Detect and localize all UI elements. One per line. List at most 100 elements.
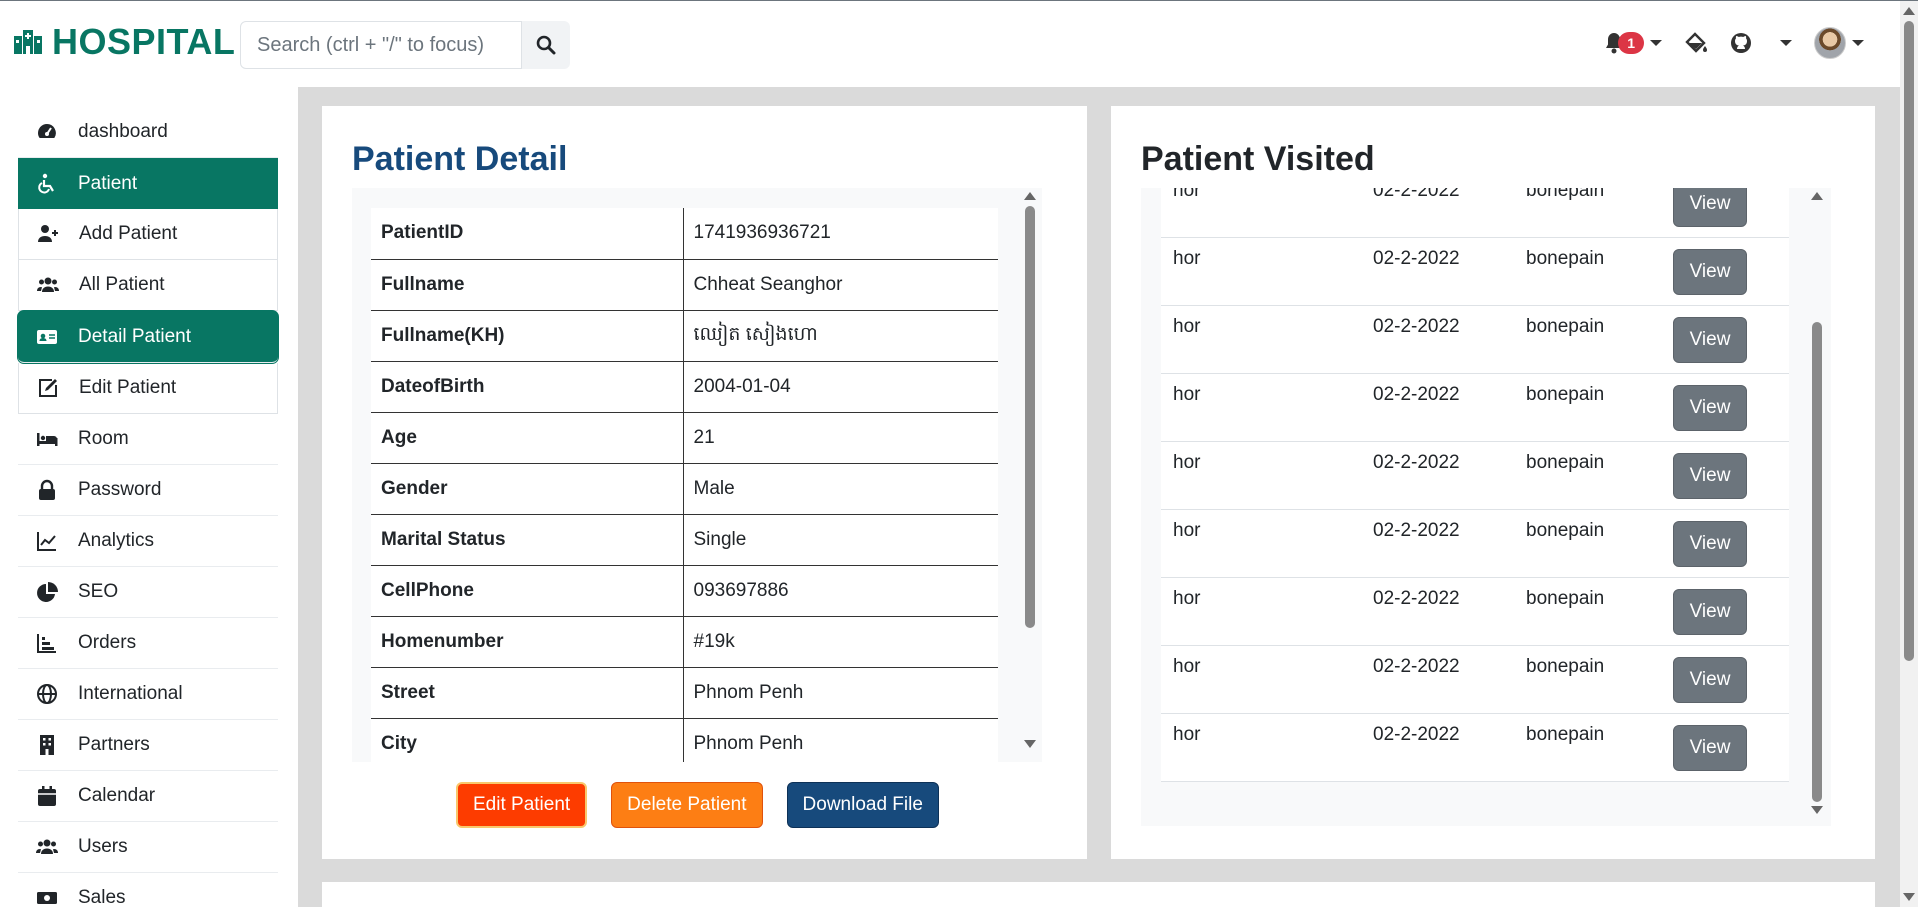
visit-date: 02-2-2022	[1373, 316, 1460, 337]
list-item: hor 02-2-2022 bonepain View	[1161, 578, 1789, 646]
scroll-down-arrow-icon[interactable]	[1903, 893, 1915, 901]
scroll-down-arrow-icon[interactable]	[1024, 740, 1036, 748]
github-icon	[1731, 33, 1751, 53]
money-icon	[37, 892, 57, 904]
edit-icon	[39, 379, 57, 397]
brand-logo[interactable]: HOSPITAL	[12, 21, 235, 63]
sidebar-item-label: Detail Patient	[78, 325, 192, 347]
building-icon	[40, 735, 54, 755]
user-menu[interactable]	[1814, 27, 1864, 59]
sidebar-item-seo[interactable]: SEO	[18, 567, 278, 618]
visit-reason: bonepain	[1526, 316, 1605, 337]
sidebar-item-room[interactable]: Room	[18, 414, 278, 465]
view-button[interactable]: View	[1673, 188, 1747, 227]
sidebar-item-label: Calendar	[78, 785, 156, 806]
scroll-up-arrow-icon[interactable]	[1903, 7, 1915, 15]
scroll-up-arrow-icon[interactable]	[1811, 192, 1823, 200]
wheelchair-icon	[38, 173, 54, 193]
view-button[interactable]: View	[1673, 589, 1747, 635]
table-row: Homenumber #19k	[371, 616, 998, 668]
visit-name: hor	[1173, 588, 1201, 609]
patient-visited-scroll-area[interactable]: hor 02-2-2022 bonepain View hor 02-2-2022 bone…	[1141, 188, 1831, 826]
sidebar-item-add-patient[interactable]: Add Patient	[18, 209, 278, 260]
more-dropdown[interactable]	[1774, 40, 1792, 46]
list-item: hor 02-2-2022 bonepain View	[1161, 188, 1789, 238]
search-input[interactable]	[240, 21, 522, 69]
visit-date: 02-2-2022	[1373, 520, 1460, 541]
sidebar-item-label: Password	[78, 479, 162, 500]
users-icon	[37, 277, 59, 292]
view-button[interactable]: View	[1673, 385, 1747, 431]
notifications-dropdown[interactable]: 1	[1604, 32, 1662, 54]
calendar-icon	[38, 786, 56, 806]
visit-date: 02-2-2022	[1373, 248, 1460, 269]
delete-patient-button[interactable]: Delete Patient	[611, 782, 763, 828]
scrollbar-thumb[interactable]	[1904, 21, 1914, 661]
section-title: Patient Visited	[1141, 140, 1375, 178]
list-item: hor 02-2-2022 bonepain View	[1161, 306, 1789, 374]
github-link[interactable]	[1730, 32, 1752, 54]
field-value: 093697886	[683, 565, 998, 617]
view-button[interactable]: View	[1673, 521, 1747, 567]
list-item: hor 02-2-2022 bonepain View	[1161, 442, 1789, 510]
visit-name: hor	[1173, 248, 1201, 269]
sidebar-item-detail-patient[interactable]: Detail Patient	[18, 311, 278, 363]
field-label: City	[371, 718, 684, 762]
table-row: Gender Male	[371, 463, 998, 515]
field-value: Phnom Penh	[683, 718, 998, 762]
top-navbar: HOSPITAL 1	[0, 1, 1900, 87]
sidebar-item-all-patient[interactable]: All Patient	[18, 260, 278, 311]
sidebar-item-edit-patient[interactable]: Edit Patient	[18, 363, 278, 414]
sidebar-item-users[interactable]: Users	[18, 822, 278, 873]
sidebar-item-orders[interactable]: Orders	[18, 618, 278, 669]
edit-patient-button[interactable]: Edit Patient	[456, 782, 588, 828]
visit-name: hor	[1173, 656, 1201, 677]
search-group	[240, 21, 570, 69]
user-plus-icon	[38, 225, 58, 242]
field-value: 21	[683, 412, 998, 464]
sidebar-item-partners[interactable]: Partners	[18, 720, 278, 771]
hospital-icon	[14, 30, 42, 54]
field-value: 1741936936721	[683, 208, 998, 260]
detail-scrollbar[interactable]	[1024, 192, 1036, 758]
avatar	[1814, 27, 1846, 59]
view-button[interactable]: View	[1673, 657, 1747, 703]
field-label: Fullname	[371, 259, 684, 311]
users-icon	[36, 839, 58, 854]
view-button[interactable]: View	[1673, 453, 1747, 499]
scrollbar-thumb[interactable]	[1812, 322, 1822, 802]
field-value: Phnom Penh	[683, 667, 998, 719]
theme-toggle[interactable]	[1684, 32, 1708, 54]
view-button[interactable]: View	[1673, 317, 1747, 363]
bed-icon	[37, 433, 58, 446]
sidebar-item-password[interactable]: Password	[18, 465, 278, 516]
gauge-icon	[38, 124, 56, 138]
view-button[interactable]: View	[1673, 725, 1747, 771]
sidebar-item-international[interactable]: International	[18, 669, 278, 720]
table-row: Fullname(KH) ឈៀត សៀងហោ	[371, 310, 998, 362]
sidebar-item-dashboard[interactable]: dashboard	[18, 107, 278, 158]
visited-scrollbar[interactable]	[1811, 192, 1823, 822]
field-label: Fullname(KH)	[371, 310, 684, 362]
scrollbar-thumb[interactable]	[1025, 206, 1035, 628]
view-button[interactable]: View	[1673, 249, 1747, 295]
lock-icon	[39, 479, 55, 500]
scroll-down-arrow-icon[interactable]	[1811, 806, 1823, 814]
sidebar-item-sales[interactable]: Sales	[18, 873, 278, 907]
sidebar-item-calendar[interactable]: Calendar	[18, 771, 278, 822]
list-item: hor 02-2-2022 bonepain View	[1161, 510, 1789, 578]
sidebar-item-analytics[interactable]: Analytics	[18, 516, 278, 567]
field-value: ឈៀត សៀងហោ	[683, 310, 998, 362]
field-label: CellPhone	[371, 565, 684, 617]
page-scrollbar[interactable]	[1900, 1, 1918, 907]
sidebar-item-label: Add Patient	[79, 223, 178, 244]
search-button[interactable]	[522, 21, 570, 69]
download-file-button[interactable]: Download File	[786, 782, 939, 828]
sidebar-item-label: Sales	[78, 887, 126, 907]
sidebar-item-patient[interactable]: Patient	[18, 158, 278, 209]
sidebar-item-label: Partners	[78, 734, 150, 755]
visit-reason: bonepain	[1526, 384, 1605, 405]
visit-name: hor	[1173, 188, 1201, 201]
scroll-up-arrow-icon[interactable]	[1024, 192, 1036, 200]
patient-detail-scroll-area[interactable]: PatientID 1741936936721 Fullname Chheat Sea…	[352, 188, 1042, 762]
